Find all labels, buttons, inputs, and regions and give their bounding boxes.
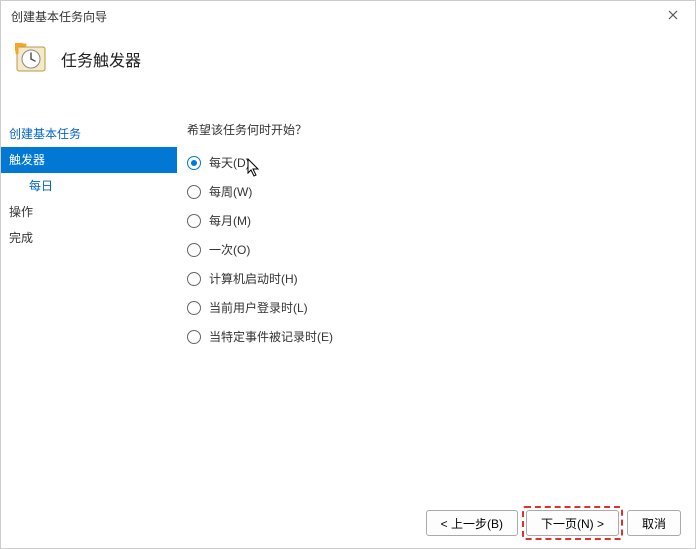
radio-button: [187, 243, 201, 257]
sidebar-item-create-task[interactable]: 创建基本任务: [1, 121, 177, 147]
trigger-radio-group: 每天(D) 每周(W) 每月(M) 一次(O) 计算机启动时(H): [187, 154, 695, 345]
sidebar-item-action: 操作: [1, 199, 177, 225]
radio-option-once[interactable]: 一次(O): [187, 241, 695, 258]
radio-label: 每天(D): [209, 154, 250, 171]
radio-label: 当特定事件被记录时(E): [209, 328, 333, 345]
radio-option-event[interactable]: 当特定事件被记录时(E): [187, 328, 695, 345]
radio-button: [187, 301, 201, 315]
wizard-sidebar: 创建基本任务 触发器 每日 操作 完成: [1, 86, 177, 498]
wizard-header: 任务触发器: [1, 31, 695, 86]
radio-button: [187, 272, 201, 286]
close-icon: [668, 9, 678, 23]
clock-icon: [15, 43, 47, 75]
radio-label: 一次(O): [209, 241, 250, 258]
sidebar-item-finish: 完成: [1, 225, 177, 251]
wizard-footer: < 上一步(B) 下一页(N) > 取消: [1, 498, 695, 548]
radio-option-startup[interactable]: 计算机启动时(H): [187, 270, 695, 287]
cancel-button[interactable]: 取消: [627, 510, 681, 536]
radio-option-daily[interactable]: 每天(D): [187, 154, 695, 171]
trigger-prompt: 希望该任务何时开始？: [187, 121, 695, 138]
radio-button: [187, 214, 201, 228]
radio-label: 计算机启动时(H): [209, 270, 298, 287]
radio-option-monthly[interactable]: 每月(M): [187, 212, 695, 229]
page-title: 任务触发器: [61, 47, 141, 71]
close-button[interactable]: [661, 4, 685, 28]
next-button[interactable]: 下一页(N) >: [526, 510, 619, 536]
window-title: 创建基本任务向导: [11, 8, 107, 25]
radio-label: 每周(W): [209, 183, 252, 200]
radio-button: [187, 330, 201, 344]
sidebar-item-daily[interactable]: 每日: [1, 173, 177, 199]
radio-label: 当前用户登录时(L): [209, 299, 308, 316]
radio-button: [187, 185, 201, 199]
back-button[interactable]: < 上一步(B): [426, 510, 518, 536]
titlebar: 创建基本任务向导: [1, 1, 695, 31]
radio-option-weekly[interactable]: 每周(W): [187, 183, 695, 200]
main-panel: 希望该任务何时开始？ 每天(D) 每周(W) 每月(M) 一次(O): [177, 86, 695, 498]
radio-option-logon[interactable]: 当前用户登录时(L): [187, 299, 695, 316]
sidebar-item-trigger[interactable]: 触发器: [1, 147, 177, 173]
radio-button: [187, 156, 201, 170]
radio-label: 每月(M): [209, 212, 251, 229]
content-area: 创建基本任务 触发器 每日 操作 完成 希望该任务何时开始？ 每天(D) 每周(…: [1, 86, 695, 498]
